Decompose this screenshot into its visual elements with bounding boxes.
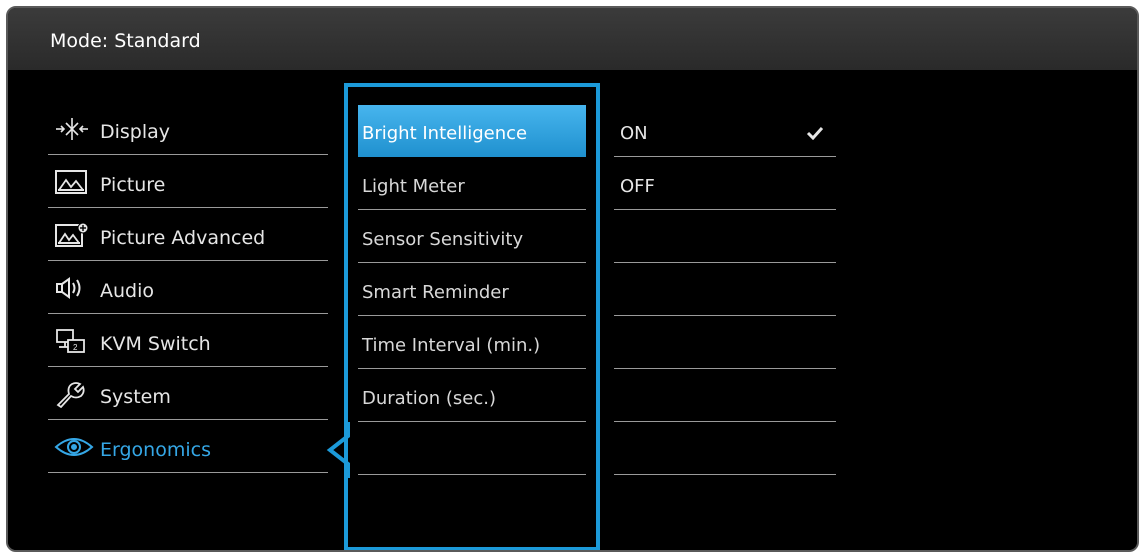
menu-item-audio[interactable]: Audio [48,262,328,314]
option-empty [614,264,836,316]
menu-item-picture[interactable]: Picture [48,156,328,208]
menu-label-audio: Audio [100,280,155,302]
submenu-label: Bright Intelligence [362,123,528,144]
option-empty [614,317,836,369]
menu-label-picture: Picture [100,174,166,196]
menu-label-display: Display [100,121,171,143]
option-label: OFF [620,176,655,197]
menu-item-kvm-switch[interactable]: 2 KVM Switch [48,315,328,367]
submenu-item-duration[interactable]: Duration (sec.) [358,370,586,422]
submenu-item-smart-reminder[interactable]: Smart Reminder [358,264,586,316]
osd-window: Mode: Standard Display Picture Picture A… [6,6,1139,552]
submenu-item-light-meter[interactable]: Light Meter [358,158,586,210]
checkmark-icon [806,125,824,144]
menu-label-ergonomics: Ergonomics [100,439,211,461]
submenu-item-sensor-sensitivity[interactable]: Sensor Sensitivity [358,211,586,263]
menu-item-ergonomics[interactable]: Ergonomics [48,421,328,473]
menu-item-display[interactable]: Display [48,103,328,155]
svg-text:2: 2 [73,343,78,352]
option-empty [614,211,836,263]
option-on[interactable]: ON [614,105,836,157]
option-off[interactable]: OFF [614,158,836,210]
option-empty [614,423,836,475]
submenu-label: Smart Reminder [362,282,509,303]
menu-label-system: System [100,386,171,408]
menu-label-picture-advanced: Picture Advanced [100,227,266,249]
kvm-switch-icon: 2 [54,327,90,355]
ergonomics-submenu: Bright Intelligence Light Meter Sensor S… [344,83,600,550]
option-empty [614,370,836,422]
title-bar: Mode: Standard [8,8,1137,72]
submenu-item-empty [358,423,586,475]
submenu-label: Time Interval (min.) [362,335,541,356]
menu-item-picture-advanced[interactable]: Picture Advanced [48,209,328,261]
system-icon [54,380,90,409]
picture-advanced-icon [54,221,90,249]
submenu-label: Sensor Sensitivity [362,229,524,250]
ergonomics-icon [54,433,94,461]
option-label: ON [620,123,648,144]
display-icon [54,115,90,143]
menu-label-kvm-switch: KVM Switch [100,333,211,355]
menu-item-system[interactable]: System [48,368,328,420]
submenu-label: Light Meter [362,176,465,197]
mode-label: Mode: Standard [50,30,201,52]
submenu-item-time-interval[interactable]: Time Interval (min.) [358,317,586,369]
audio-icon [54,274,90,302]
submenu-label: Duration (sec.) [362,388,497,409]
osd-main: Display Picture Picture Advanced Audio 2… [8,70,1137,550]
picture-icon [54,168,90,196]
submenu-item-bright-intelligence[interactable]: Bright Intelligence [358,105,586,157]
